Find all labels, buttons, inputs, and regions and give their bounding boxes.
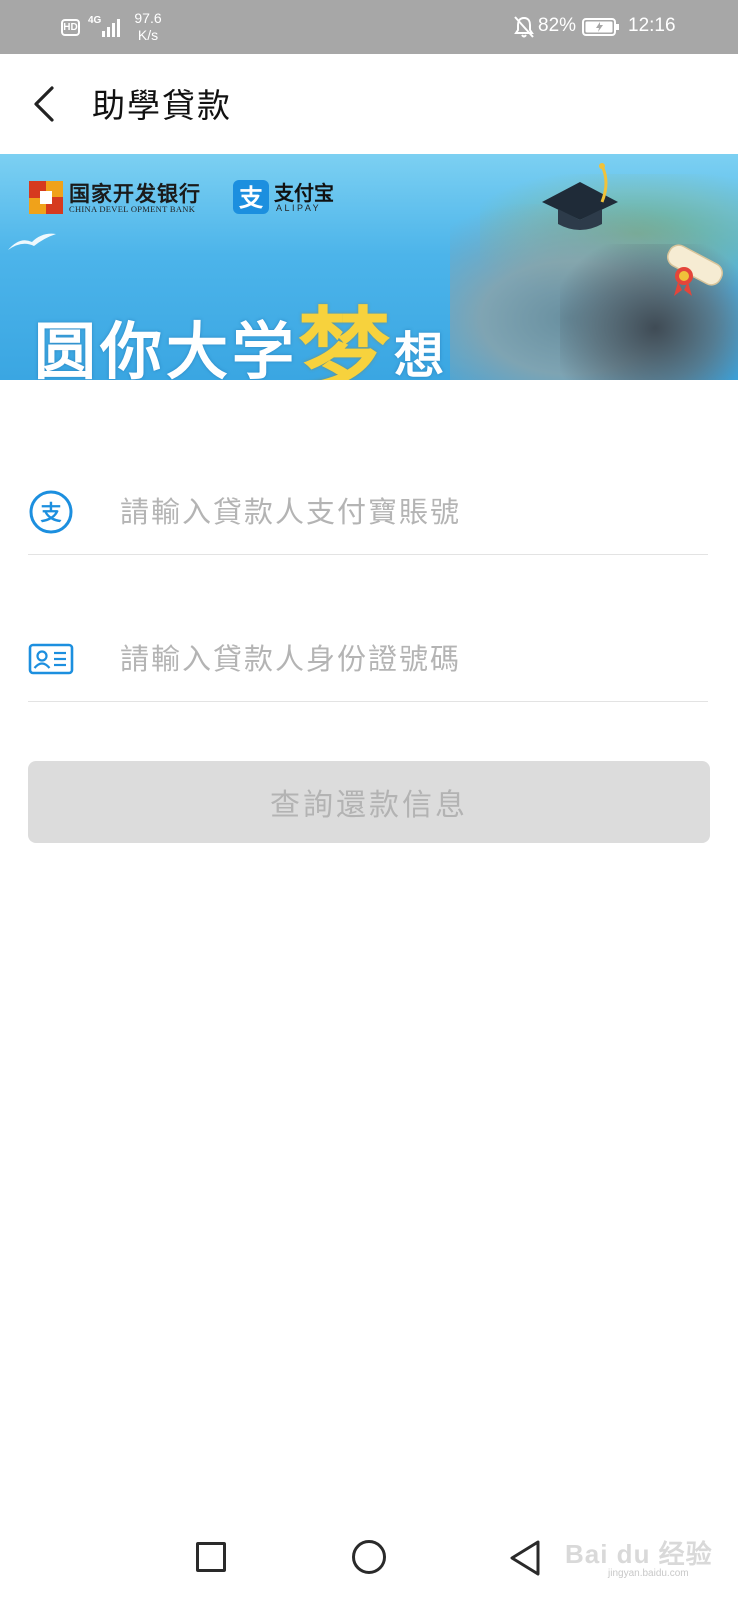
recent-apps-icon[interactable] bbox=[196, 1542, 226, 1572]
system-nav-bar: Bai du 经验 jingyan.baidu.com bbox=[0, 1512, 738, 1600]
bird-icon bbox=[8, 233, 56, 250]
id-card-icon bbox=[28, 643, 74, 675]
id-number-field bbox=[28, 620, 708, 702]
cdb-logo-icon bbox=[29, 181, 63, 214]
back-arrow-icon[interactable] bbox=[30, 82, 60, 126]
bell-muted-icon bbox=[514, 16, 534, 38]
clock: 12:16 bbox=[628, 15, 676, 36]
hd-indicator: HD bbox=[61, 19, 80, 36]
battery-percent: 82% bbox=[538, 15, 577, 36]
alipay-name-en: ALIPAY bbox=[276, 203, 322, 213]
watermark-url: jingyan.baidu.com bbox=[608, 1568, 689, 1579]
slogan-text-end: 想 bbox=[394, 326, 449, 380]
graduation-cap-icon bbox=[542, 163, 618, 230]
svg-text:支: 支 bbox=[239, 184, 264, 212]
bank-name-en: CHINA DEVEL OPMENT BANK bbox=[69, 204, 196, 214]
alipay-account-field: 支 bbox=[28, 473, 708, 555]
slogan-dream: 梦 bbox=[298, 297, 395, 380]
watermark-logo: Bai du 经验 bbox=[565, 1539, 713, 1569]
home-icon[interactable] bbox=[352, 1540, 386, 1574]
app-header: 助學貸款 bbox=[0, 54, 738, 154]
query-repayment-button[interactable]: 查詢還款信息 bbox=[28, 761, 710, 843]
svg-text:支: 支 bbox=[41, 501, 63, 525]
signal-icon bbox=[102, 19, 120, 37]
diploma-icon bbox=[667, 244, 723, 296]
speed-unit: K/s bbox=[137, 27, 159, 43]
status-bar: HD 4G 97.6 K/s 82% 12:16 bbox=[0, 0, 738, 54]
nav-back-icon[interactable] bbox=[508, 1539, 542, 1577]
speed-value: 97.6 bbox=[134, 10, 162, 26]
network-type: 4G bbox=[88, 15, 102, 26]
slogan-text: 圆你大学 bbox=[34, 315, 299, 380]
id-number-input[interactable] bbox=[120, 636, 690, 682]
banner-slogan: 圆你大学梦想 bbox=[34, 267, 448, 380]
alipay-account-input[interactable] bbox=[120, 489, 690, 535]
network-speed: 97.6 K/s bbox=[131, 10, 165, 44]
alipay-logo-icon: 支 bbox=[233, 180, 269, 214]
page-title: 助學貸款 bbox=[92, 86, 232, 125]
battery-icon bbox=[582, 18, 619, 36]
alipay-name: 支付宝 bbox=[274, 181, 334, 205]
alipay-icon: 支 bbox=[29, 490, 73, 534]
promo-banner: 国家开发银行 CHINA DEVEL OPMENT BANK 支 支付宝 ALI… bbox=[0, 154, 738, 380]
